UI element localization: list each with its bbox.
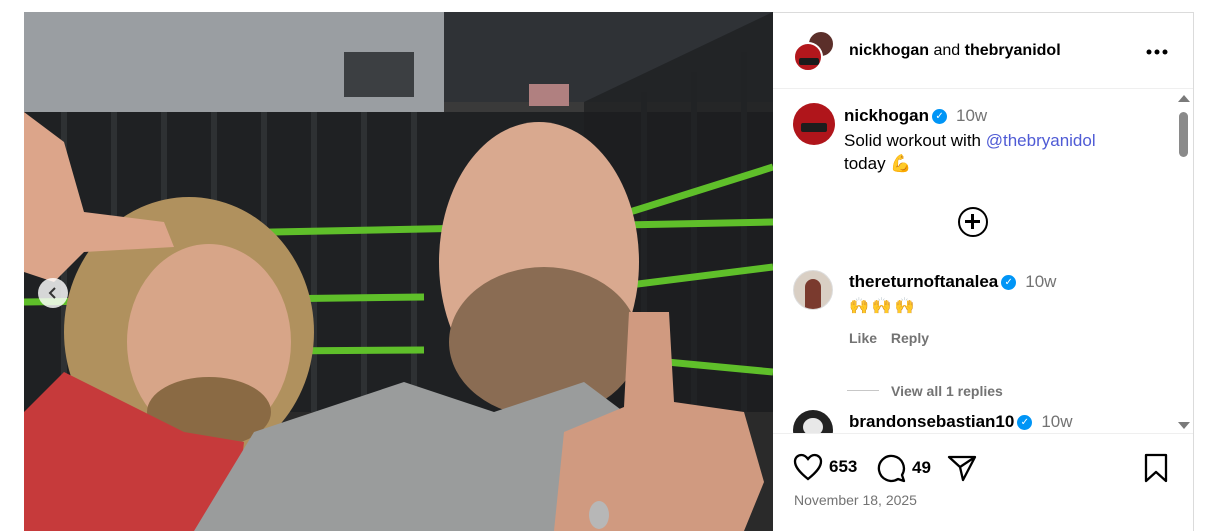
comment-reply-button[interactable]: Reply xyxy=(891,330,929,346)
chevron-left-icon xyxy=(48,287,56,299)
header-user-link[interactable]: thebryanidol xyxy=(965,42,1061,59)
plus-circle-icon[interactable] xyxy=(958,207,988,237)
caption-username[interactable]: nickhogan xyxy=(844,106,929,125)
bookmark-icon xyxy=(1144,453,1168,483)
avatar[interactable] xyxy=(793,103,835,145)
scrollbar-thumb[interactable] xyxy=(1179,112,1188,157)
comment-author: brandonsebastian10 ✓ 10w xyxy=(849,412,1073,432)
post-actions-bar: 653 49 xyxy=(773,453,1193,487)
comment-text: 🙌🙌🙌 xyxy=(849,298,918,315)
comment-actions: Like Reply xyxy=(849,330,939,346)
header-joiner: and xyxy=(933,42,961,59)
mention-link[interactable]: @thebryanidol xyxy=(986,131,1096,150)
more-options-button[interactable] xyxy=(1145,41,1169,57)
share-button[interactable] xyxy=(947,453,977,483)
caption-text-end: today 💪 xyxy=(844,154,912,173)
verified-badge-icon: ✓ xyxy=(1017,415,1033,431)
save-button[interactable] xyxy=(1143,453,1169,483)
caption-text-start: Solid workout with xyxy=(844,131,986,150)
comment-author: thereturnoftanalea ✓ 10w xyxy=(849,272,1056,292)
comment-time[interactable]: 10w xyxy=(1025,272,1056,291)
collab-avatars[interactable] xyxy=(793,30,835,72)
like-count[interactable]: 653 xyxy=(829,457,857,477)
replies-divider xyxy=(847,390,879,391)
scroll-down-arrow[interactable] xyxy=(1178,422,1190,429)
avatar xyxy=(793,42,823,72)
heart-icon xyxy=(793,453,823,481)
avatar[interactable] xyxy=(793,410,833,433)
post-photo[interactable] xyxy=(24,12,773,531)
more-horizontal-icon xyxy=(1146,49,1168,55)
header-usernames: nickhogan and thebryanidol xyxy=(849,42,1061,60)
photo-image xyxy=(24,12,773,531)
post-header: nickhogan and thebryanidol xyxy=(773,13,1193,89)
caption-time[interactable]: 10w xyxy=(956,106,987,125)
comments-scroll-area[interactable]: nickhogan ✓ 10w Solid workout with @thebry… xyxy=(773,90,1193,434)
comment-time[interactable]: 10w xyxy=(1041,412,1072,431)
avatar[interactable] xyxy=(793,270,833,310)
post-side-panel: nickhogan and thebryanidol nickhogan ✓ 10w… xyxy=(773,12,1194,531)
comment-username[interactable]: brandonsebastian10 xyxy=(849,412,1014,431)
like-button[interactable]: 653 xyxy=(793,453,857,481)
scroll-up-arrow[interactable] xyxy=(1178,95,1190,102)
verified-badge-icon: ✓ xyxy=(1001,275,1017,291)
caption-author: nickhogan ✓ 10w xyxy=(844,106,987,126)
post-date[interactable]: November 18, 2025 xyxy=(794,492,917,508)
comment-bubble-icon xyxy=(877,454,906,483)
verified-badge-icon: ✓ xyxy=(932,109,948,125)
carousel-prev-button[interactable] xyxy=(38,278,68,308)
comment-like-button[interactable]: Like xyxy=(849,330,877,346)
comment-username[interactable]: thereturnoftanalea xyxy=(849,272,998,291)
send-icon xyxy=(947,455,977,482)
header-user-link[interactable]: nickhogan xyxy=(849,42,929,59)
view-replies-button[interactable]: View all 1 replies xyxy=(891,383,1003,399)
caption-text: Solid workout with @thebryanidol today 💪 xyxy=(844,129,1164,175)
comment-count[interactable]: 49 xyxy=(912,458,931,478)
comment-button[interactable]: 49 xyxy=(876,453,931,483)
